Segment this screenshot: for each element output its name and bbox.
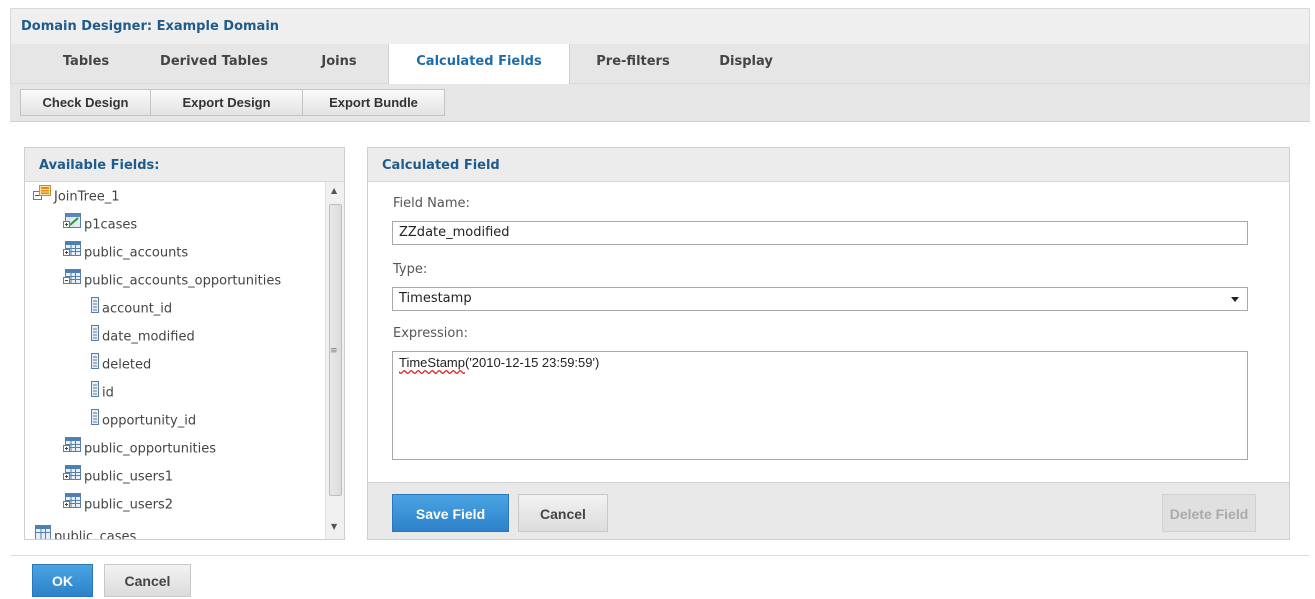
field-icon xyxy=(91,353,99,377)
scroll-up-icon[interactable]: ▲ xyxy=(331,186,337,195)
tree-item-deleted[interactable]: deleted xyxy=(91,353,151,375)
tree-item-public-users1[interactable]: public_users1 xyxy=(63,465,173,487)
table-icon xyxy=(33,525,51,539)
tree-item-label: date_modified xyxy=(102,329,195,345)
calculated-field-header: Calculated Field xyxy=(368,148,1289,182)
tree-item-account-id[interactable]: account_id xyxy=(91,297,172,319)
tree-item-label: public_users2 xyxy=(84,497,174,513)
export-bundle-button[interactable]: Export Bundle xyxy=(302,89,445,116)
tree-item-public-cases[interactable]: public_cases xyxy=(33,525,136,539)
tab-tables[interactable]: Tables xyxy=(41,44,131,83)
tab-calculated-fields[interactable]: Calculated Fields xyxy=(388,44,570,84)
fields-tree: JoinTree_1 p1cases public_accounts publi… xyxy=(25,182,325,539)
calculated-field-title: Calculated Field xyxy=(382,158,500,173)
tree-item-public-users2[interactable]: public_users2 xyxy=(63,493,173,515)
divider xyxy=(10,555,1310,556)
tree-item-label: p1cases xyxy=(84,217,138,233)
tree-item-public-opportunities[interactable]: public_opportunities xyxy=(63,437,216,459)
grip-icon: ≡ xyxy=(330,346,338,356)
tab-display[interactable]: Display xyxy=(701,44,791,83)
join-tree-icon xyxy=(33,185,51,209)
tab-derived-tables[interactable]: Derived Tables xyxy=(139,44,289,83)
derived-table-icon xyxy=(63,213,81,237)
tree-item-opportunity-id[interactable]: opportunity_id xyxy=(91,409,196,431)
tree-item-public-accounts[interactable]: public_accounts xyxy=(63,241,188,263)
check-design-button[interactable]: Check Design xyxy=(20,89,151,116)
dropdown-arrow-icon xyxy=(1231,297,1239,302)
table-icon xyxy=(63,241,81,265)
calculated-field-footer: Save Field Cancel Delete Field xyxy=(368,482,1289,539)
field-icon xyxy=(91,381,99,405)
cancel-field-button[interactable]: Cancel xyxy=(518,494,608,532)
title-bar: Domain Designer: Example Domain xyxy=(10,8,1310,45)
save-field-button[interactable]: Save Field xyxy=(392,494,509,532)
export-design-button[interactable]: Export Design xyxy=(150,89,303,116)
type-select-value: Timestamp xyxy=(399,291,472,306)
ok-button[interactable]: OK xyxy=(32,564,93,597)
tree-item-label: account_id xyxy=(102,301,173,317)
tree-item-id[interactable]: id xyxy=(91,381,114,403)
field-icon xyxy=(91,325,99,349)
expression-function-name: TimeStamp xyxy=(399,355,465,370)
tab-joins[interactable]: Joins xyxy=(301,44,377,83)
tree-item-label: public_accounts_opportunities xyxy=(84,273,282,289)
tree-item-label: deleted xyxy=(102,357,152,373)
field-name-input[interactable]: ZZdate_modified xyxy=(392,221,1248,245)
type-select[interactable]: Timestamp xyxy=(392,287,1248,311)
window-title: Domain Designer: Example Domain xyxy=(21,19,280,34)
tree-item-label: public_cases xyxy=(54,529,137,540)
expression-arguments: ('2010-12-15 23:59:59') xyxy=(464,355,600,370)
available-fields-header: Available Fields: xyxy=(25,148,344,182)
table-icon xyxy=(63,437,81,461)
expression-textarea[interactable]: TimeStamp('2010-12-15 23:59:59') xyxy=(392,351,1248,460)
tab-pre-filters[interactable]: Pre-filters xyxy=(578,44,688,83)
type-label: Type: xyxy=(393,262,428,277)
scroll-down-icon[interactable]: ▼ xyxy=(331,522,337,531)
cancel-button[interactable]: Cancel xyxy=(104,564,191,597)
tree-item-label: public_users1 xyxy=(84,469,174,485)
table-icon xyxy=(63,465,81,489)
toolbar: Check Design Export Design Export Bundle xyxy=(10,84,1310,122)
available-fields-panel: Available Fields: JoinTree_1 p1cases pub… xyxy=(24,147,345,540)
tree-item-label: id xyxy=(102,385,114,401)
field-name-label: Field Name: xyxy=(393,196,470,211)
tree-item-label: public_opportunities xyxy=(84,441,217,457)
tree-item-date-modified[interactable]: date_modified xyxy=(91,325,195,347)
tree-item-label: opportunity_id xyxy=(102,413,197,429)
available-fields-title: Available Fields: xyxy=(39,158,160,173)
tree-item-public-accounts-opportunities[interactable]: public_accounts_opportunities xyxy=(63,269,281,291)
field-icon xyxy=(91,409,99,433)
tree-item-jointree[interactable]: JoinTree_1 xyxy=(33,185,120,207)
tree-scrollbar[interactable]: ▲ ≡ ▼ xyxy=(325,182,344,539)
calculated-field-panel: Calculated Field Field Name: ZZdate_modi… xyxy=(367,147,1290,540)
field-icon xyxy=(91,297,99,321)
table-icon xyxy=(63,269,81,293)
delete-field-button[interactable]: Delete Field xyxy=(1162,494,1256,532)
tree-item-p1cases[interactable]: p1cases xyxy=(63,213,137,235)
tree-item-label: public_accounts xyxy=(84,245,189,261)
tab-bar: Tables Derived Tables Joins Calculated F… xyxy=(10,44,1310,84)
table-icon xyxy=(63,493,81,517)
expression-label: Expression: xyxy=(393,326,468,341)
tree-item-label: JoinTree_1 xyxy=(54,189,120,205)
